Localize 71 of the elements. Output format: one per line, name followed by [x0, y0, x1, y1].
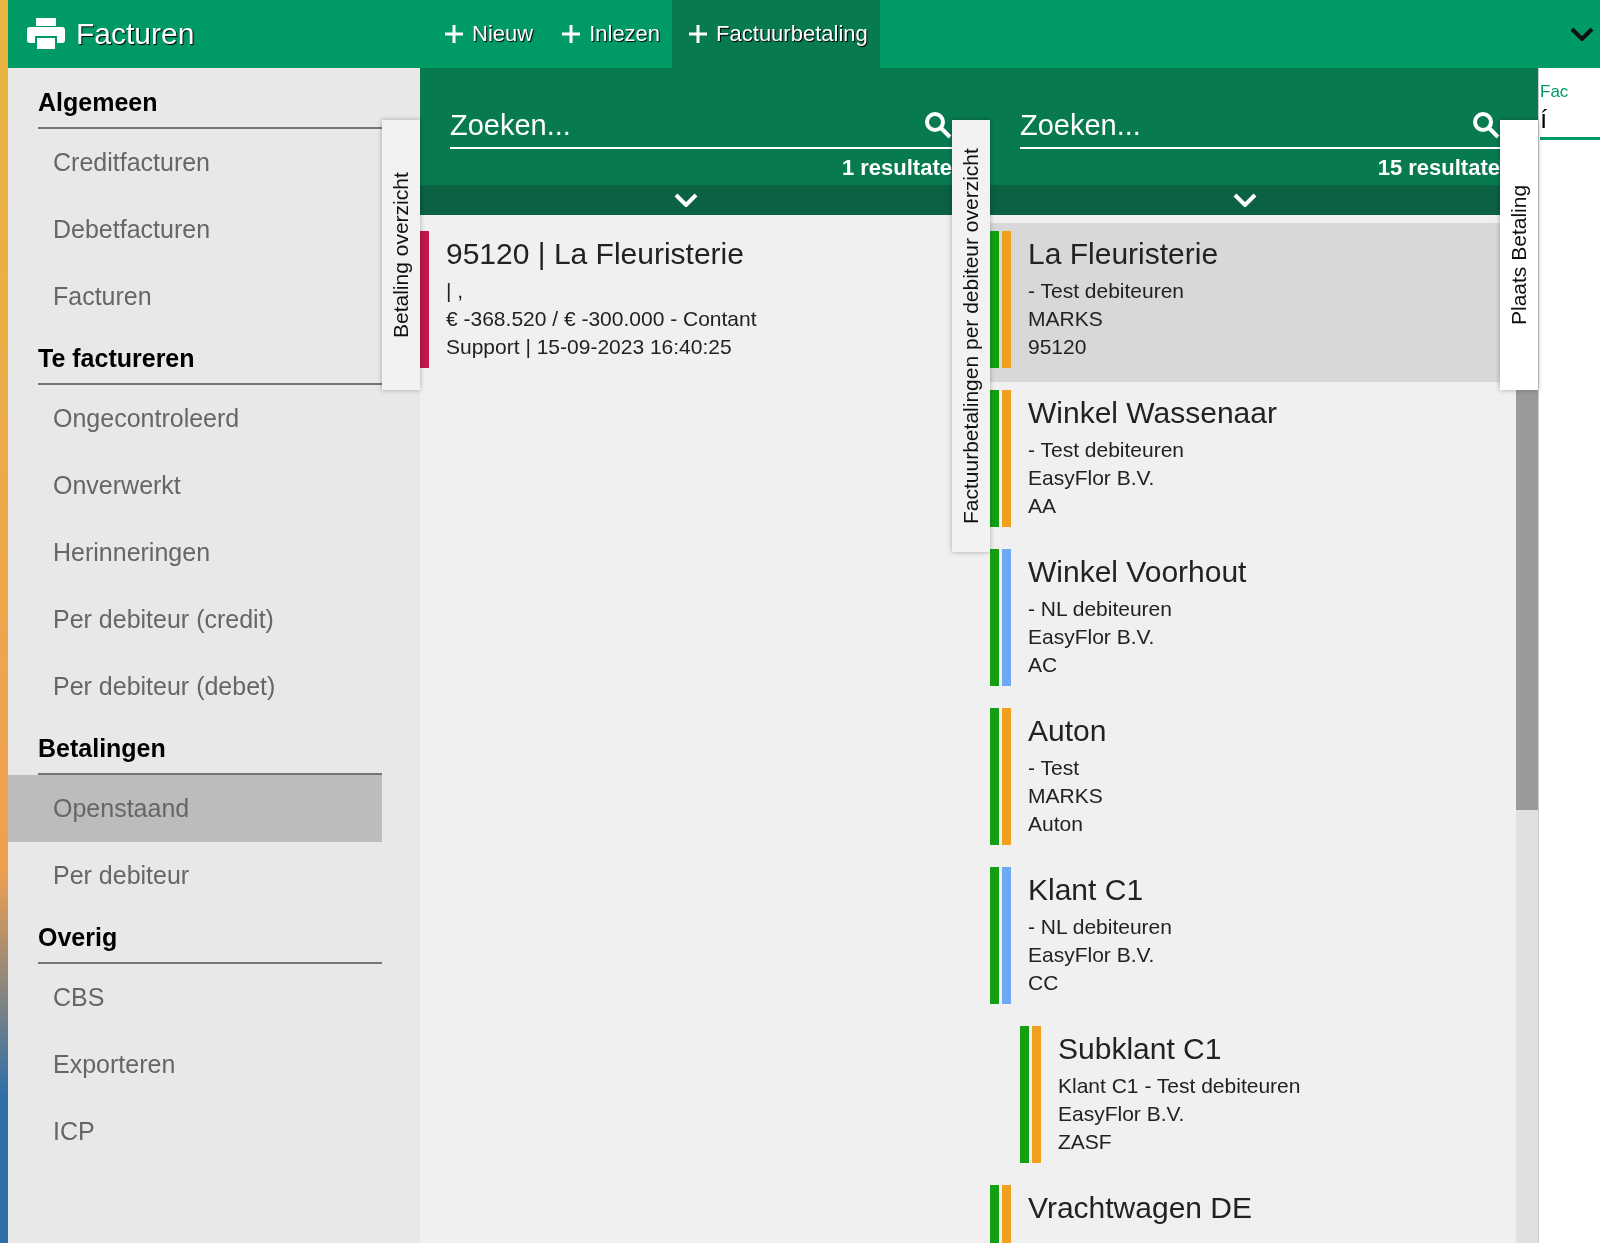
sidebar-item[interactable]: Ongecontroleerd	[8, 385, 382, 452]
search-icon[interactable]	[924, 111, 952, 139]
app-title: Facturen	[76, 17, 195, 51]
item-detail: MARKS	[1028, 306, 1104, 332]
sidebar-item[interactable]: Onverwerkt	[8, 452, 382, 519]
item-detail: EasyFlor B.V.	[1028, 465, 1156, 491]
item-title: Winkel Voorhout	[1028, 555, 1247, 589]
item-detail: MARKS	[1028, 783, 1104, 809]
list-item[interactable]: Klant C1 - NL debiteuren EasyFlor B.V. CC	[990, 859, 1500, 1018]
item-detail: - Test debiteuren	[1028, 437, 1186, 463]
sidebar-item[interactable]: Per debiteur (debet)	[8, 653, 382, 720]
list-item[interactable]: Subklant C1 Klant C1 - Test debiteuren EasyFlor B.V. ZASF	[990, 1018, 1500, 1177]
item-detail: - Test	[1028, 755, 1080, 781]
item-detail: Klant C1 - Test debiteuren	[1058, 1073, 1301, 1099]
item-title: Winkel Wassenaar	[1028, 396, 1277, 430]
list-item[interactable]: Auton - Test MARKS Auton	[990, 700, 1500, 859]
item-title: Klant C1	[1028, 873, 1145, 907]
side-tab[interactable]: Factuurbetalingen per debiteur overzicht	[952, 120, 990, 552]
sidebar-item[interactable]: Creditfacturen	[8, 129, 382, 196]
sidebar-item[interactable]: Exporteren	[8, 1031, 382, 1098]
search-input[interactable]: Zoeken...	[450, 108, 924, 142]
result-count: 15 resultate	[1377, 154, 1500, 182]
sidebar-item[interactable]: Facturen	[8, 263, 382, 330]
side-tab[interactable]: Plaats Betaling	[1500, 120, 1538, 390]
list-item[interactable]: Vrachtwagen DE	[990, 1177, 1500, 1243]
item-detail: € -368.520 / € -300.000 - Contant	[446, 306, 757, 332]
list-item[interactable]: 95120 | La Fleuristerie | , € -368.520 / € -300.000 - Contant Support | 15-09-2023 16:40:25	[420, 223, 952, 382]
sidebar-item[interactable]: Openstaand	[8, 775, 382, 842]
item-detail: | ,	[446, 278, 465, 304]
field-label: Fac	[1540, 82, 1570, 102]
chevron-down-icon[interactable]	[1570, 27, 1594, 41]
item-detail: CC	[1028, 970, 1060, 996]
item-detail: 95120	[1028, 334, 1088, 360]
search-icon[interactable]	[1472, 111, 1500, 139]
sidebar-item[interactable]: Per debiteur	[8, 842, 382, 909]
item-detail: - Test debiteuren	[1028, 278, 1186, 304]
sidebar-item[interactable]: Per debiteur (credit)	[8, 586, 382, 653]
item-title: Auton	[1028, 714, 1107, 748]
sidebar-item[interactable]: CBS	[8, 964, 382, 1031]
scrollbar-thumb[interactable]	[1516, 390, 1538, 810]
item-detail: EasyFlor B.V.	[1028, 942, 1156, 968]
input-field[interactable]: í	[1540, 102, 1600, 140]
list-item[interactable]: La Fleuristerie - Test debiteuren MARKS 95120	[990, 223, 1500, 382]
item-detail: ZASF	[1058, 1129, 1113, 1155]
item-detail: Auton	[1028, 811, 1084, 837]
sidebar-item[interactable]: Debetfacturen	[8, 196, 382, 263]
item-title: Subklant C1	[1058, 1032, 1223, 1066]
item-detail: AA	[1028, 493, 1057, 519]
list-item[interactable]: Winkel Voorhout - NL debiteuren EasyFlor B.V. AC	[990, 541, 1500, 700]
toolbar-button[interactable]: Nieuw	[428, 0, 546, 68]
list-item[interactable]: Winkel Wassenaar - Test debiteuren EasyFlor B.V. AA	[990, 382, 1500, 541]
plus-icon	[688, 24, 709, 44]
item-detail: EasyFlor B.V.	[1058, 1101, 1186, 1127]
printer-icon	[26, 17, 66, 51]
plus-icon	[444, 24, 464, 44]
item-detail: AC	[1028, 652, 1059, 678]
item-detail: Support | 15-09-2023 16:40:25	[446, 334, 733, 360]
sidebar-item[interactable]: Herinneringen	[8, 519, 382, 586]
search-input[interactable]: Zoeken...	[1020, 108, 1472, 142]
item-title: La Fleuristerie	[1028, 237, 1219, 271]
toolbar-button[interactable]: Inlezen	[545, 0, 673, 68]
sidebar-item[interactable]: ICP	[8, 1098, 382, 1165]
result-count: 1 resultate	[841, 154, 952, 182]
plus-icon	[561, 24, 582, 44]
item-title: Vrachtwagen DE	[1028, 1191, 1252, 1225]
item-detail: - NL debiteuren	[1028, 914, 1172, 940]
side-tab[interactable]: Betaling overzicht	[382, 120, 420, 390]
item-detail: - NL debiteuren	[1028, 596, 1173, 622]
toolbar-button[interactable]: Factuurbetaling	[672, 0, 880, 68]
item-detail: EasyFlor B.V.	[1028, 624, 1156, 650]
item-title: 95120 | La Fleuristerie	[446, 237, 745, 271]
